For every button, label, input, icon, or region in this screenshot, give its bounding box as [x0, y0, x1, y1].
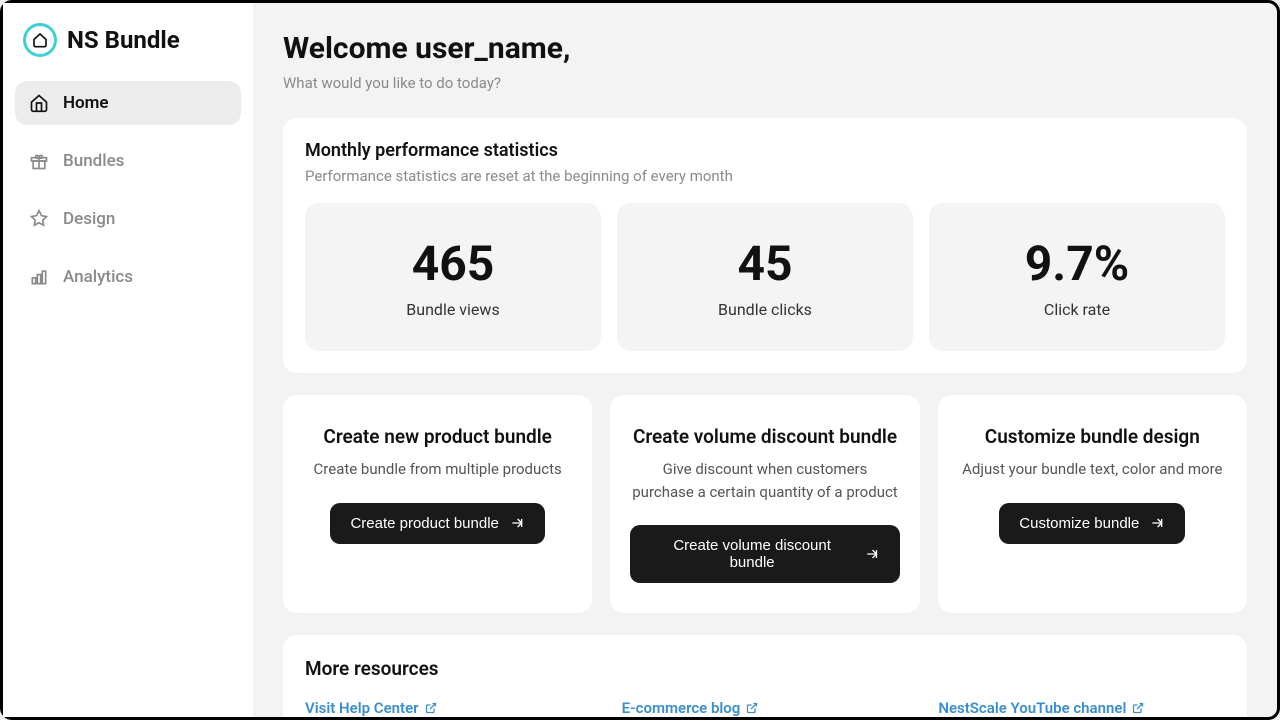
- resource-link[interactable]: E-commerce blog: [622, 699, 759, 717]
- sidebar-item-home[interactable]: Home: [15, 81, 241, 125]
- design-icon: [29, 209, 49, 229]
- resources-title: More resources: [305, 657, 1225, 680]
- home-icon: [29, 93, 49, 113]
- resources-card: More resources Visit Help Center All ans…: [283, 635, 1247, 717]
- sidebar-item-bundles[interactable]: Bundles: [15, 139, 241, 183]
- page-subtitle: What would you like to do today?: [283, 74, 1247, 92]
- page-title: Welcome user_name,: [283, 31, 1247, 66]
- main-content: Welcome user_name, What would you like t…: [253, 3, 1277, 717]
- resource-youtube: NestScale YouTube channel Leatest online…: [938, 698, 1225, 717]
- stat-click-rate: 9.7% Click rate: [929, 203, 1225, 351]
- stats-card: Monthly performance statistics Performan…: [283, 118, 1247, 373]
- sidebar: NS Bundle Home Bundles Design Analytics: [3, 3, 253, 717]
- sidebar-item-label: Home: [63, 93, 109, 113]
- external-link-icon: [425, 702, 437, 714]
- resource-link-label: E-commerce blog: [622, 699, 741, 717]
- brand-logo: NS Bundle: [15, 23, 241, 81]
- sidebar-item-label: Design: [63, 209, 115, 229]
- brand-icon: [23, 23, 57, 57]
- external-link-icon: [746, 702, 758, 714]
- customize-bundle-button[interactable]: Customize bundle: [999, 503, 1185, 544]
- arrow-right-icon: [509, 515, 525, 531]
- action-desc: Adjust your bundle text, color and more: [958, 458, 1227, 481]
- stats-subtitle: Performance statistics are reset at the …: [305, 167, 1225, 185]
- action-desc: Give discount when customers purchase a …: [630, 458, 899, 503]
- action-desc: Create bundle from multiple products: [303, 458, 572, 481]
- resource-help-center: Visit Help Center All answers, tutorials…: [305, 698, 592, 717]
- stat-bundle-clicks: 45 Bundle clicks: [617, 203, 913, 351]
- stat-label: Bundle views: [321, 300, 585, 319]
- stat-value: 9.7%: [945, 235, 1209, 292]
- stats-title: Monthly performance statistics: [305, 140, 1225, 161]
- action-title: Create new product bundle: [303, 425, 572, 448]
- sidebar-item-label: Bundles: [63, 151, 124, 171]
- sidebar-item-analytics[interactable]: Analytics: [15, 255, 241, 299]
- stat-label: Click rate: [945, 300, 1209, 319]
- create-volume-discount-button[interactable]: Create volume discount bundle: [630, 525, 899, 583]
- resource-ecommerce-blog: E-commerce blog One-stop learning source…: [622, 698, 909, 717]
- resource-link[interactable]: Visit Help Center: [305, 699, 437, 717]
- resource-link[interactable]: NestScale YouTube channel: [938, 699, 1144, 717]
- external-link-icon: [1132, 702, 1144, 714]
- action-create-product-bundle: Create new product bundle Create bundle …: [283, 395, 592, 613]
- brand-title: NS Bundle: [67, 26, 180, 54]
- stat-value: 45: [633, 235, 897, 292]
- stat-bundle-views: 465 Bundle views: [305, 203, 601, 351]
- button-label: Create volume discount bundle: [650, 537, 854, 571]
- sidebar-item-design[interactable]: Design: [15, 197, 241, 241]
- sidebar-item-label: Analytics: [63, 267, 133, 287]
- action-title: Customize bundle design: [958, 425, 1227, 448]
- analytics-icon: [29, 267, 49, 287]
- arrow-right-icon: [1149, 515, 1165, 531]
- stat-value: 465: [321, 235, 585, 292]
- button-label: Customize bundle: [1019, 515, 1139, 532]
- arrow-right-icon: [864, 546, 880, 562]
- gift-icon: [29, 151, 49, 171]
- resource-link-label: Visit Help Center: [305, 699, 419, 717]
- action-title: Create volume discount bundle: [630, 425, 899, 448]
- button-label: Create product bundle: [350, 515, 498, 532]
- resource-link-label: NestScale YouTube channel: [938, 699, 1126, 717]
- stat-label: Bundle clicks: [633, 300, 897, 319]
- create-product-bundle-button[interactable]: Create product bundle: [330, 503, 544, 544]
- action-customize-design: Customize bundle design Adjust your bund…: [938, 395, 1247, 613]
- action-create-volume-discount: Create volume discount bundle Give disco…: [610, 395, 919, 613]
